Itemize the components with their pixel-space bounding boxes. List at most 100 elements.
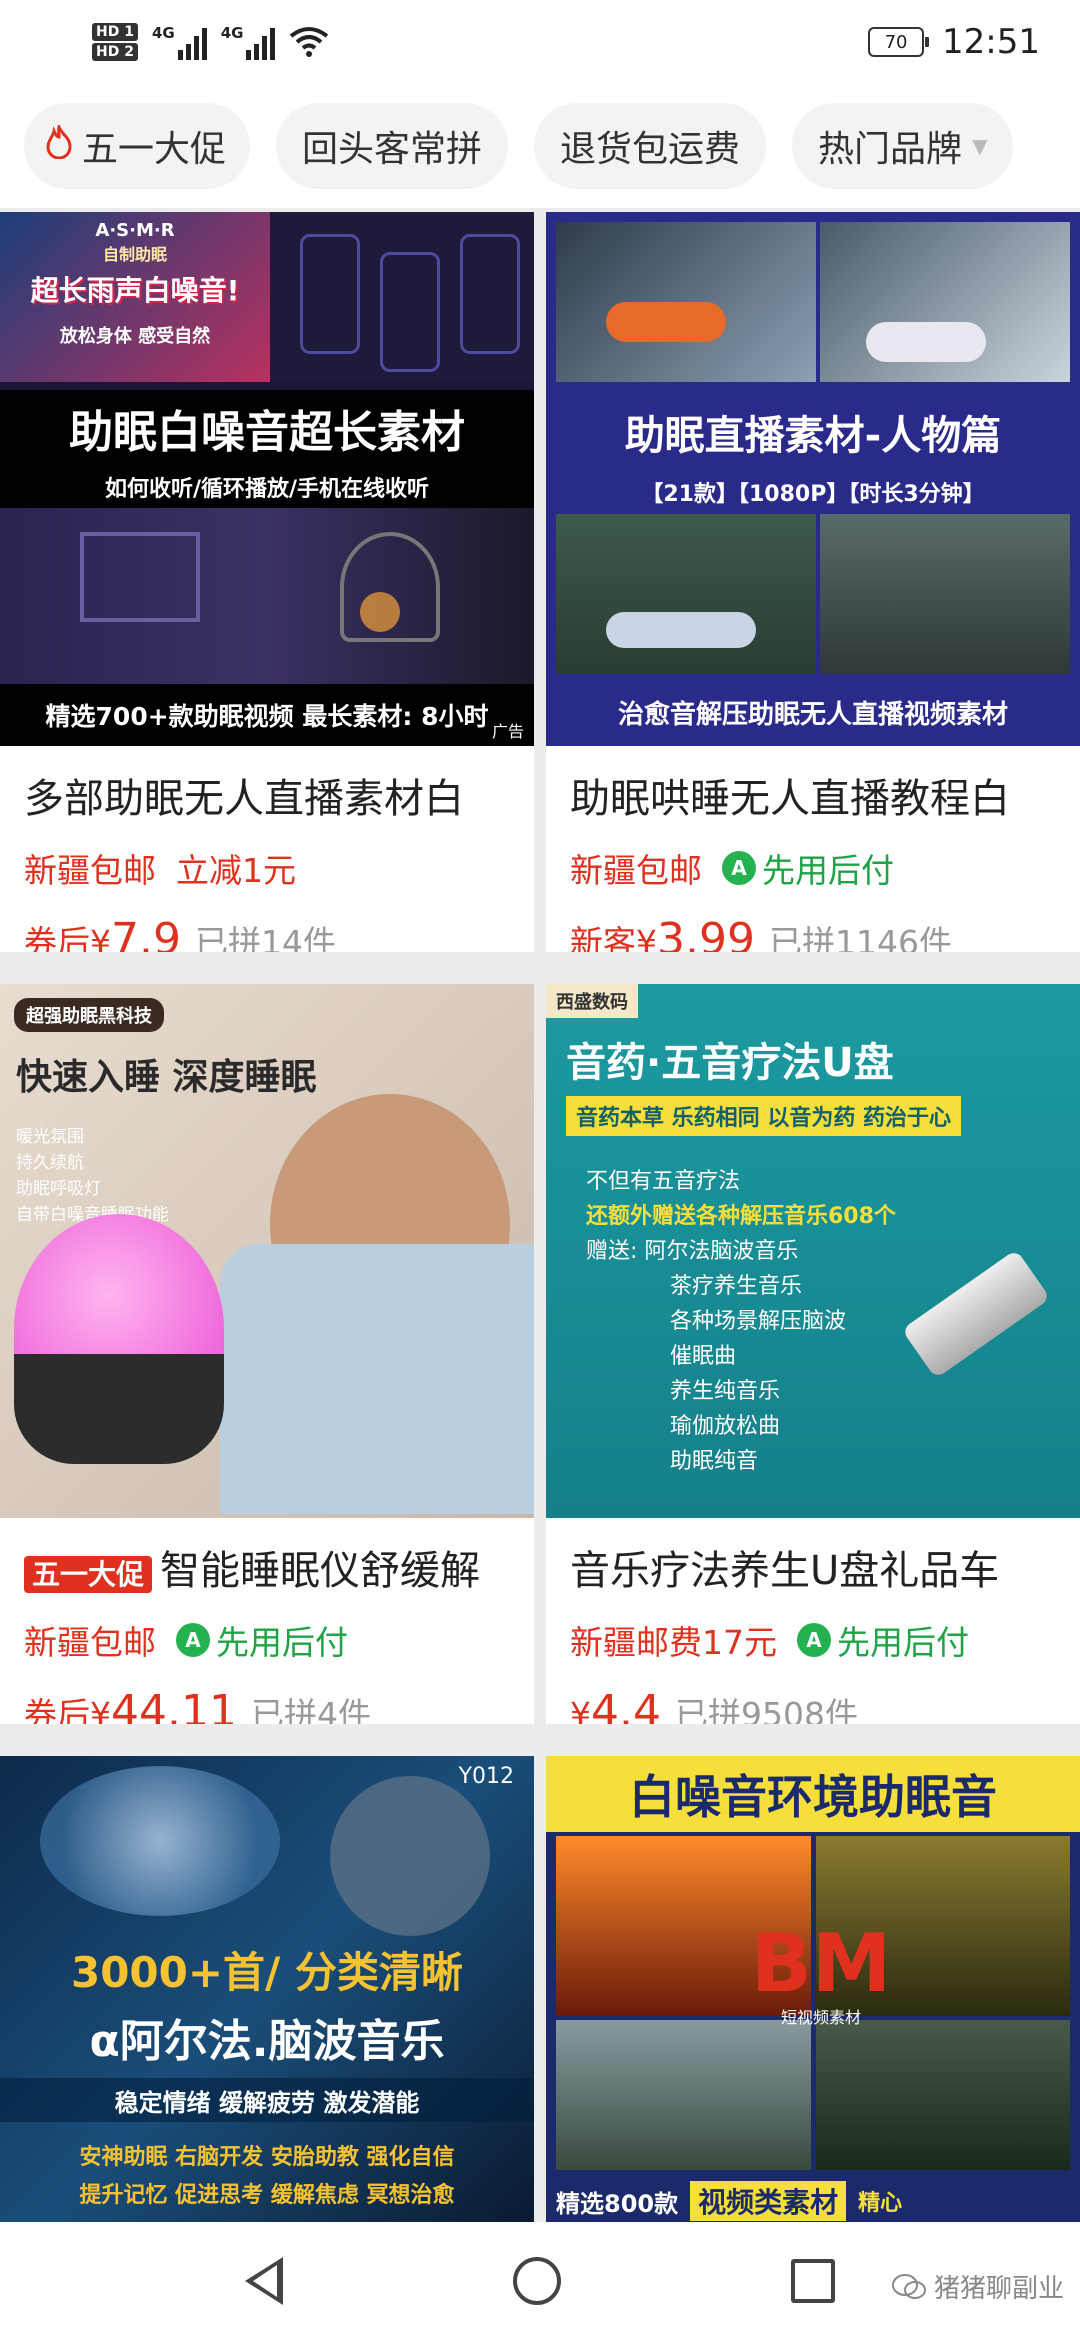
product-card[interactable]: 超强助眠黑科技 快速入睡 深度睡眠 暖光氛围 持久续航 助眠呼吸灯 自带白噪音睡… xyxy=(0,984,534,1724)
banner-sub: 【21款】【1080P】【时长3分钟】 xyxy=(641,482,985,507)
product-title: 音乐疗法养生U盘礼品车 xyxy=(570,1548,1000,1594)
watermark-text: 猪猪聊副业 xyxy=(933,2274,1064,2304)
banner-line: 催眠曲 xyxy=(670,1344,737,1369)
banner-footer1: 精选800款 xyxy=(556,2189,679,2218)
product-image[interactable]: 白噪音环境助眠音 BM 短视频素材 精选800款 视频类素材 精心 xyxy=(546,1756,1080,2226)
sold-count: 已拼4件 xyxy=(250,1695,371,1724)
shipping-tag: 新疆包邮 xyxy=(24,1623,156,1662)
product-title: 多部助眠无人直播素材白 xyxy=(24,776,464,822)
product-image[interactable]: 西盛数码 音药·五音疗法U盘 音药本草 乐药相同 以音为药 药治于心 不但有五音… xyxy=(546,984,1080,1518)
banner-line: 养生纯音乐 xyxy=(670,1379,781,1404)
banner-line2: 自制助眠 xyxy=(102,245,167,264)
banner-line: 还额外赠送各种解压音乐608个 xyxy=(586,1204,896,1229)
signal-bars-icon xyxy=(177,26,207,60)
banner-headline: 音药·五音疗法U盘 xyxy=(566,1040,894,1086)
banner-line: 赠送: 阿尔法脑波音乐 xyxy=(586,1239,799,1264)
watermark: 猪猪聊副业 xyxy=(891,2268,1064,2305)
flame-icon xyxy=(44,122,74,167)
pay-later-label: 先用后付 xyxy=(762,851,894,890)
logo-text: BM xyxy=(750,1917,892,2010)
promo-badge: 五一大促 xyxy=(24,1556,153,1593)
chip-free-return[interactable]: 退货包运费 xyxy=(534,103,767,189)
recent-apps-icon[interactable] xyxy=(791,2259,835,2303)
banner-line: 不但有五音疗法 xyxy=(586,1169,741,1194)
pay-later-tag: A 先用后付 xyxy=(176,1616,348,1664)
status-bar: HD 1 HD 2 4G 4G 70 12:51 xyxy=(0,0,1080,84)
chip-hot-brands[interactable]: 热门品牌 ▼ xyxy=(792,103,1014,189)
product-code: Y012 xyxy=(458,1764,514,1789)
logo-sub: 短视频素材 xyxy=(780,2008,861,2027)
chip-returning-customer[interactable]: 回头客常拼 xyxy=(276,103,509,189)
banner-headline: 白噪音环境助眠音 xyxy=(546,1756,1080,1832)
product-image[interactable]: Y012 3000+首/ 分类清晰 α阿尔法.脑波音乐 稳定情绪 缓解疲劳 激发… xyxy=(0,1756,534,2226)
feature-item: 助眠呼吸灯 xyxy=(16,1179,101,1199)
banner-asmr: A·S·M·R xyxy=(95,219,175,241)
banner-footer3: 精心 xyxy=(858,2191,903,2216)
usb-drive-icon xyxy=(901,1249,1051,1379)
banner-row2: 提升记忆 促进思考 缓解焦虑 冥想治愈 xyxy=(79,2183,455,2208)
price-value: 44.11 xyxy=(111,1686,237,1724)
feature-item: 持久续航 xyxy=(16,1153,84,1173)
banner-footer: 治愈音解压助眠无人直播视频素材 xyxy=(617,699,1008,730)
bm-logo: BM 短视频素材 xyxy=(746,1906,896,2046)
battery-level: 70 xyxy=(884,31,908,53)
shipping-tag: 新疆邮费17元 xyxy=(570,1623,777,1662)
pay-later-tag: A 先用后付 xyxy=(797,1616,969,1664)
signal-1: 4G xyxy=(152,24,207,60)
product-title: 智能睡眠仪舒缓解 xyxy=(160,1548,481,1594)
price-prefix: 新客¥ xyxy=(570,923,657,952)
product-image[interactable]: A·S·M·R 自制助眠 超长雨声白噪音! 放松身体 感受自然 助眠白噪音超长素… xyxy=(0,212,534,746)
pay-later-icon: A xyxy=(722,851,756,885)
caret-down-icon: ▼ xyxy=(972,134,988,158)
chip-label: 退货包运费 xyxy=(560,129,741,170)
product-card[interactable]: A·S·M·R 自制助眠 超长雨声白噪音! 放松身体 感受自然 助眠白噪音超长素… xyxy=(0,212,534,952)
banner-line3: 超长雨声白噪音! xyxy=(30,274,240,307)
price-value: 4.4 xyxy=(591,1686,661,1724)
pay-later-icon: A xyxy=(797,1623,831,1657)
banner-footer2: 视频类素材 xyxy=(690,2181,847,2221)
hd2-label: HD 2 xyxy=(92,43,138,61)
pay-later-label: 先用后付 xyxy=(216,1623,348,1662)
pay-later-tag: A 先用后付 xyxy=(722,844,894,892)
shipping-tag: 新疆包邮 xyxy=(24,851,156,890)
banner-lines: 不但有五音疗法 还额外赠送各种解压音乐608个 赠送: 阿尔法脑波音乐 茶疗养生… xyxy=(586,1164,896,1479)
ad-label: 广告 xyxy=(487,718,528,742)
banner-headline: 助眠白噪音超长素材 xyxy=(0,390,534,466)
signal-bars-icon xyxy=(246,26,276,60)
product-card[interactable]: 助眠直播素材-人物篇 【21款】【1080P】【时长3分钟】 治愈音解压助眠无人… xyxy=(546,212,1080,952)
back-icon[interactable] xyxy=(245,2257,283,2305)
wechat-icon xyxy=(891,2273,926,2299)
product-card[interactable]: 白噪音环境助眠音 BM 短视频素材 精选800款 视频类素材 精心 xyxy=(546,1756,1080,2226)
product-price: 券后¥44.11 xyxy=(24,1686,237,1724)
banner-line: 瑜伽放松曲 xyxy=(670,1414,781,1439)
price-prefix: 券后¥ xyxy=(24,1695,111,1724)
sold-count: 已拼1146件 xyxy=(768,923,952,952)
chip-label: 五一大促 xyxy=(82,129,227,170)
banner-headline: 3000+首/ 分类清晰 xyxy=(70,1947,464,1997)
network1-label: 4G xyxy=(151,24,175,42)
battery-icon: 70 xyxy=(868,27,930,57)
product-image[interactable]: 助眠直播素材-人物篇 【21款】【1080P】【时长3分钟】 治愈音解压助眠无人… xyxy=(546,212,1080,746)
hd-indicator: HD 1 HD 2 xyxy=(92,23,138,61)
shop-label: 西盛数码 xyxy=(546,984,638,1018)
product-image[interactable]: 超强助眠黑科技 快速入睡 深度睡眠 暖光氛围 持久续航 助眠呼吸灯 自带白噪音睡… xyxy=(0,984,534,1518)
product-price: ¥4.4 xyxy=(570,1686,661,1724)
banner-headline: 快速入睡 深度睡眠 xyxy=(16,1057,317,1098)
product-card[interactable]: 西盛数码 音药·五音疗法U盘 音药本草 乐药相同 以音为药 药治于心 不但有五音… xyxy=(546,984,1080,1724)
price-prefix: ¥ xyxy=(570,1695,591,1724)
feature-item: 暖光氛围 xyxy=(16,1127,84,1147)
product-card[interactable]: Y012 3000+首/ 分类清晰 α阿尔法.脑波音乐 稳定情绪 缓解疲劳 激发… xyxy=(0,1756,534,2226)
clock: 12:51 xyxy=(942,22,1040,62)
discount-tag: 立减1元 xyxy=(176,851,296,890)
sold-count: 已拼14件 xyxy=(194,923,336,952)
price-value: 3.99 xyxy=(657,914,755,952)
banner-line: 各种场景解压脑波 xyxy=(670,1309,847,1334)
price-prefix: 券后¥ xyxy=(24,923,111,952)
banner-footer: 精选700+款助眠视频 最长素材: 8小时 xyxy=(0,684,534,746)
home-icon[interactable] xyxy=(513,2257,561,2305)
pay-later-label: 先用后付 xyxy=(837,1623,969,1662)
banner-sub: 稳定情绪 缓解疲劳 激发潜能 xyxy=(0,2078,534,2122)
chip-wuyi-promo[interactable]: 五一大促 xyxy=(24,103,251,189)
sold-count: 已拼9508件 xyxy=(674,1695,858,1724)
banner-line: 助眠纯音 xyxy=(670,1449,759,1474)
